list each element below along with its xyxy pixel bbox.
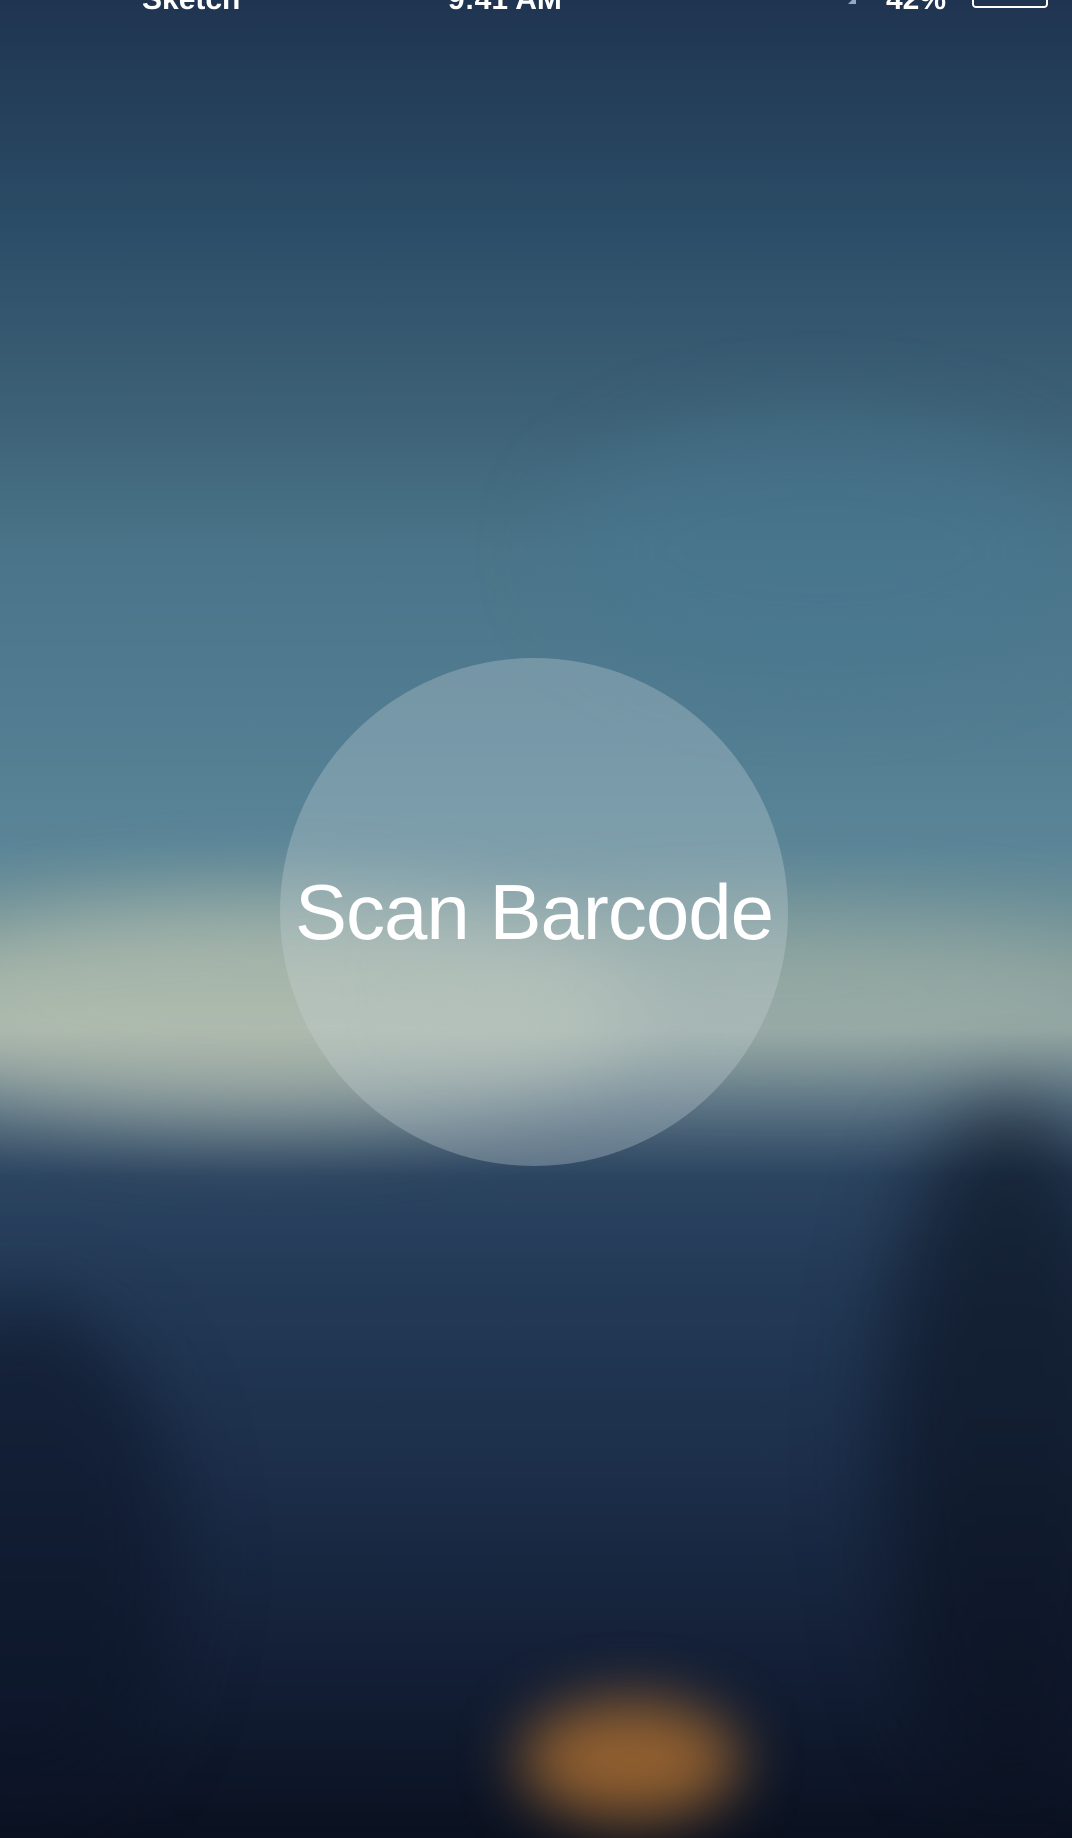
scan-barcode-label: Scan Barcode (295, 867, 774, 956)
battery-icon (972, 0, 1048, 8)
battery-percent: 42% (886, 0, 946, 15)
background-blur-warm-light (520, 1700, 740, 1820)
status-bar: Sketch 9:41 AM 42% (0, 0, 1072, 15)
scan-barcode-button[interactable]: Scan Barcode (280, 658, 788, 1166)
location-icon (840, 0, 856, 4)
app-screen: Sketch 9:41 AM 42% Scan Barcode (0, 0, 1072, 1838)
background-blur-highlight (560, 420, 1072, 680)
carrier-label: Sketch (142, 0, 240, 15)
status-time: 9:41 AM (448, 0, 562, 15)
